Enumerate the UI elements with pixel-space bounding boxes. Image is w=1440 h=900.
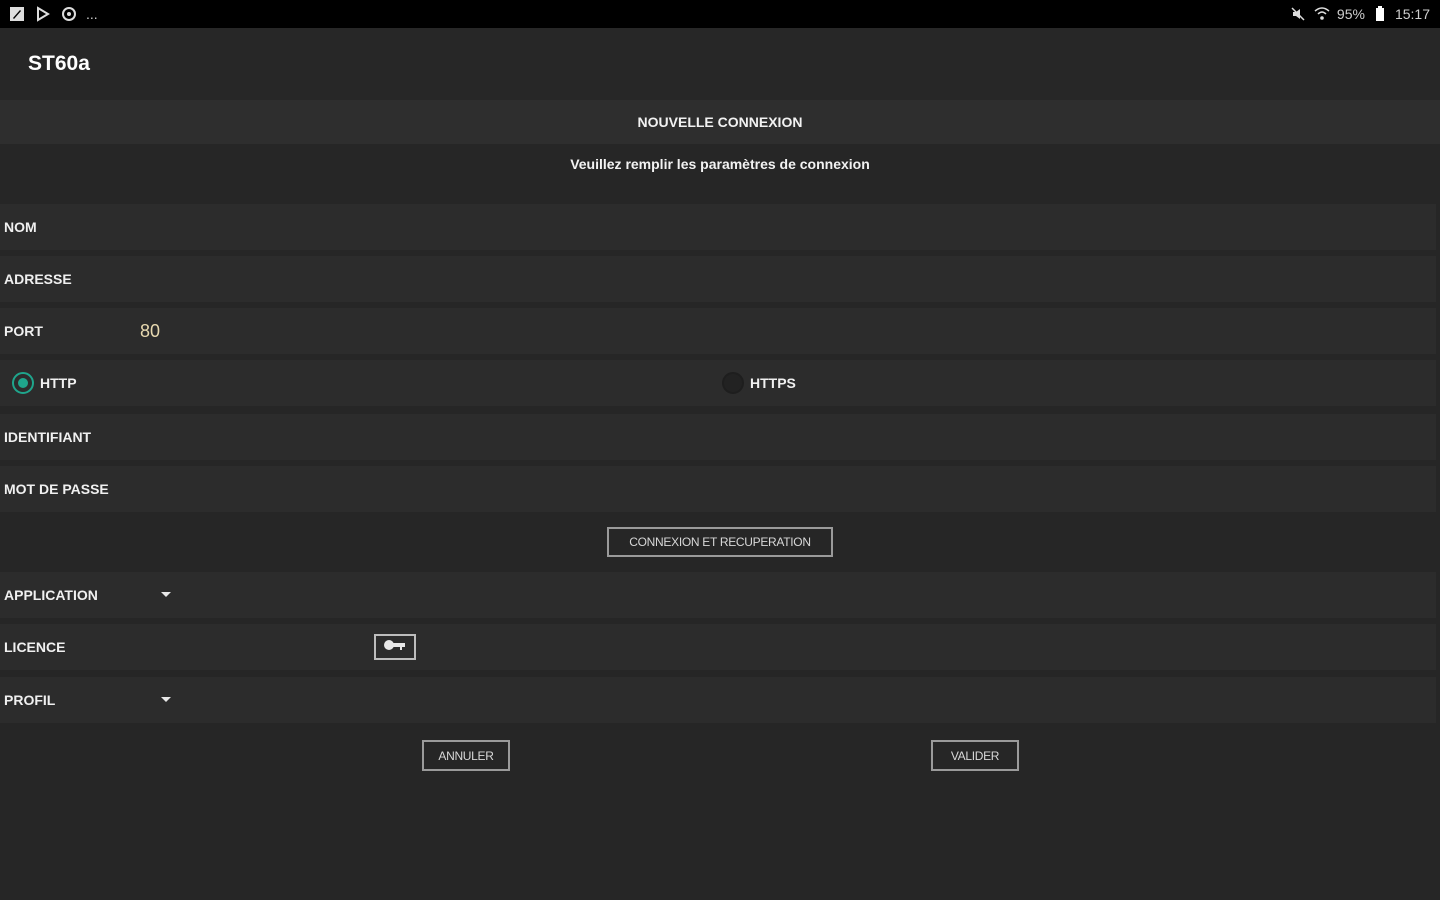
connect-retrieve-button[interactable]: CONNEXION ET RECUPERATION bbox=[607, 527, 833, 557]
mute-icon bbox=[1289, 5, 1307, 23]
cancel-button[interactable]: ANNULER bbox=[422, 740, 510, 771]
profil-label: PROFIL bbox=[4, 692, 56, 708]
chevron-down-icon[interactable] bbox=[161, 592, 171, 597]
password-label: MOT DE PASSE bbox=[4, 481, 109, 497]
validate-button[interactable]: VALIDER bbox=[931, 740, 1019, 771]
app-bar: ST60a bbox=[0, 28, 1440, 100]
chevron-down-icon[interactable] bbox=[161, 697, 171, 702]
adresse-field[interactable] bbox=[134, 259, 1436, 299]
port-label: PORT bbox=[4, 323, 43, 339]
application-label: APPLICATION bbox=[4, 587, 98, 603]
status-bar-left: ... bbox=[0, 5, 98, 23]
wifi-icon bbox=[1313, 5, 1331, 23]
overflow-notifications: ... bbox=[86, 6, 98, 22]
profil-row[interactable]: PROFIL bbox=[0, 677, 1436, 723]
app-icon bbox=[8, 5, 26, 23]
licence-key-button[interactable] bbox=[374, 634, 416, 660]
battery-icon bbox=[1371, 5, 1389, 23]
page-subtitle: Veuillez remplir les paramètres de conne… bbox=[570, 156, 870, 172]
key-icon bbox=[383, 638, 407, 657]
app-title: ST60a bbox=[28, 52, 90, 75]
password-field[interactable] bbox=[134, 469, 1436, 509]
at-icon bbox=[60, 5, 78, 23]
application-row[interactable]: APPLICATION bbox=[0, 572, 1436, 618]
https-radio[interactable]: HTTPS bbox=[722, 372, 796, 394]
licence-row: LICENCE bbox=[0, 624, 1436, 670]
status-bar-right: 95% 15:17 bbox=[1289, 5, 1440, 23]
adresse-row: ADRESSE bbox=[0, 256, 1436, 302]
identifiant-label: IDENTIFIANT bbox=[4, 429, 92, 445]
play-store-icon bbox=[34, 5, 52, 23]
https-label: HTTPS bbox=[750, 375, 796, 391]
nom-row: NOM bbox=[0, 204, 1436, 250]
radio-unchecked-icon bbox=[722, 372, 744, 394]
nom-field[interactable] bbox=[134, 207, 1436, 247]
identifiant-row: IDENTIFIANT bbox=[0, 414, 1436, 460]
battery-percent: 95% bbox=[1336, 6, 1365, 22]
password-row: MOT DE PASSE bbox=[0, 466, 1436, 512]
clock: 15:17 bbox=[1394, 6, 1430, 22]
licence-label: LICENCE bbox=[4, 639, 66, 655]
http-label: HTTP bbox=[40, 375, 77, 391]
radio-checked-icon bbox=[12, 372, 34, 394]
status-bar: ... 95% 15:17 bbox=[0, 0, 1440, 28]
adresse-label: ADRESSE bbox=[4, 271, 72, 287]
page-title: NOUVELLE CONNEXION bbox=[0, 100, 1440, 144]
port-field[interactable] bbox=[134, 311, 1436, 351]
http-radio[interactable]: HTTP bbox=[12, 372, 77, 394]
protocol-row: HTTP HTTPS bbox=[0, 360, 1436, 406]
port-row: PORT bbox=[0, 308, 1436, 354]
identifiant-field[interactable] bbox=[134, 417, 1436, 457]
nom-label: NOM bbox=[4, 219, 37, 235]
